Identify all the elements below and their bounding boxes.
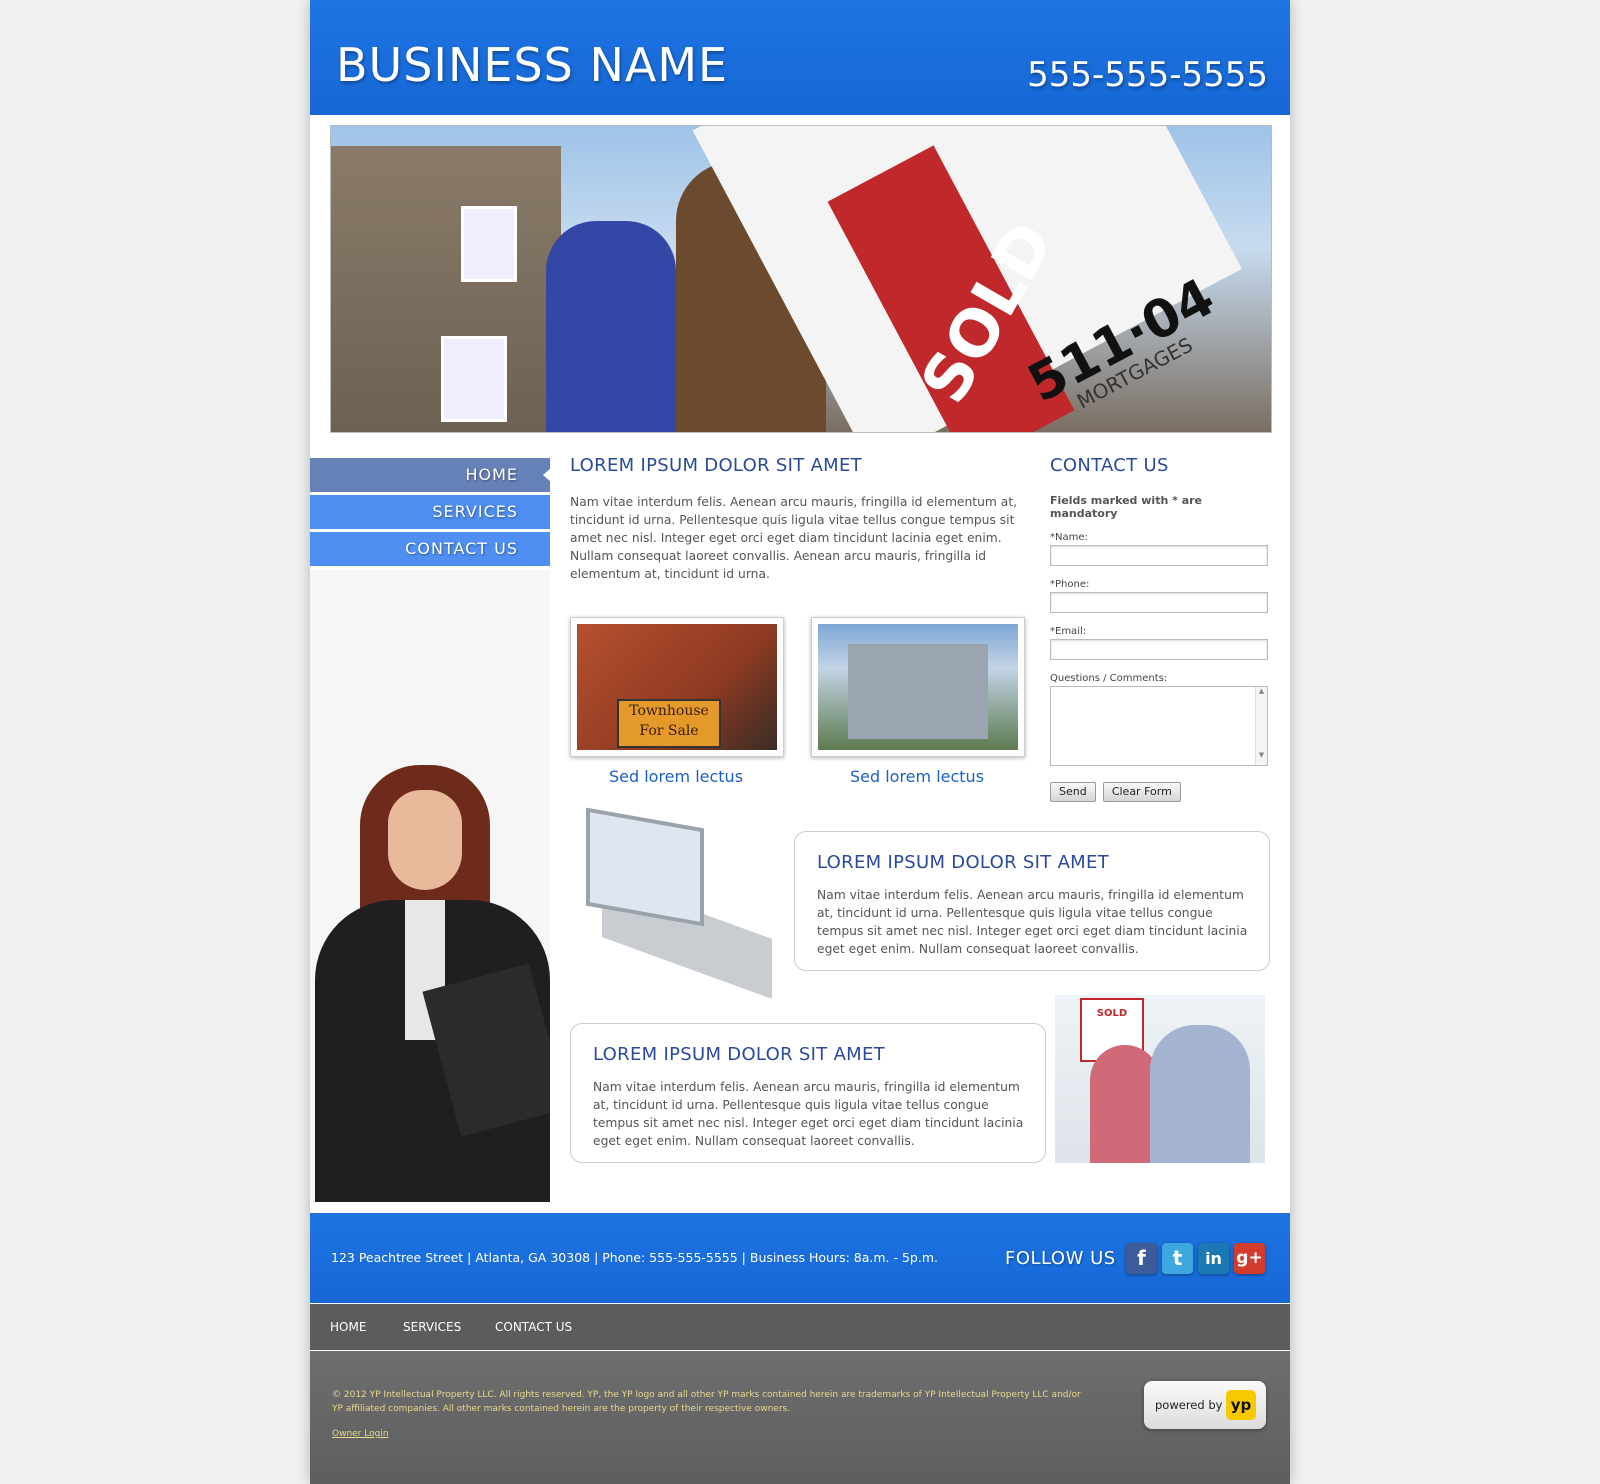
twitter-icon[interactable]: t	[1162, 1243, 1193, 1274]
hero-image: SOLD 511·04 MORTGAGES	[330, 125, 1272, 433]
clear-form-button[interactable]: Clear Form	[1102, 782, 1181, 802]
main-title: LOREM IPSUM DOLOR SIT AMET	[570, 455, 862, 476]
laptop-image	[572, 807, 782, 999]
thumb-caption-1[interactable]: Sed lorem lectus	[570, 767, 782, 786]
bottom-nav-contact-us[interactable]: CONTACT US	[495, 1320, 572, 1334]
phone-label: *Phone:	[1050, 579, 1090, 590]
google-plus-icon[interactable]: g+	[1234, 1243, 1265, 1274]
agent-photo	[310, 760, 550, 1202]
contact-form: CONTACT US Fields marked with * are mand…	[1050, 455, 1270, 802]
feature-box-1-text: Nam vitae interdum felis. Aenean arcu ma…	[817, 888, 1248, 956]
bottom-nav-home[interactable]: HOME	[330, 1320, 366, 1334]
comments-field[interactable]: ▲ ▼	[1050, 686, 1268, 766]
linkedin-icon[interactable]: in	[1198, 1243, 1229, 1274]
follow-us-label: FOLLOW US	[1005, 1248, 1116, 1269]
name-label: *Name:	[1050, 532, 1088, 543]
footer: 123 Peachtree Street | Atlanta, GA 30308…	[310, 1213, 1290, 1303]
feature-box-2: LOREM IPSUM DOLOR SIT AMET Nam vitae int…	[570, 1023, 1046, 1163]
email-field[interactable]	[1050, 639, 1268, 660]
couple-photo: SOLD	[1055, 995, 1265, 1163]
contact-title: CONTACT US	[1050, 455, 1169, 476]
bottom-bar: © 2012 YP Intellectual Property LLC. All…	[310, 1351, 1290, 1484]
bottom-nav: HOME SERVICES CONTACT US	[310, 1304, 1290, 1350]
thumb-caption-2[interactable]: Sed lorem lectus	[811, 767, 1023, 786]
page: BUSINESS NAME 555-555-5555 SOLD 511·04 M…	[310, 0, 1290, 1484]
nav-item-services[interactable]: SERVICES	[310, 495, 550, 529]
email-label: *Email:	[1050, 626, 1087, 637]
powered-by-label: powered by	[1155, 1398, 1223, 1412]
nav-item-home[interactable]: HOME	[310, 458, 551, 492]
phone-field[interactable]	[1050, 592, 1268, 613]
comments-label: Questions / Comments:	[1050, 673, 1168, 684]
comments-scrollbar[interactable]: ▲ ▼	[1255, 687, 1267, 765]
thumb-townhouse[interactable]: Townhouse For Sale	[570, 617, 784, 757]
thumb-house[interactable]	[811, 617, 1025, 757]
feature-box-2-title: LOREM IPSUM DOLOR SIT AMET	[593, 1044, 885, 1065]
name-field[interactable]	[1050, 545, 1268, 566]
sidebar-nav: HOME SERVICES CONTACT US	[310, 458, 551, 569]
header-phone: 555-555-5555	[1027, 55, 1268, 95]
main-text: Nam vitae interdum felis. Aenean arcu ma…	[570, 495, 1018, 581]
footer-address: 123 Peachtree Street | Atlanta, GA 30308…	[331, 1250, 938, 1265]
owner-login-link[interactable]: Owner Login	[332, 1429, 389, 1439]
hero-person-left	[546, 221, 676, 432]
send-button[interactable]: Send	[1050, 782, 1096, 802]
yp-logo-icon: yp	[1226, 1390, 1256, 1420]
nav-item-contact-us[interactable]: CONTACT US	[310, 532, 550, 566]
business-name[interactable]: BUSINESS NAME	[336, 38, 728, 92]
hero-house	[331, 146, 561, 432]
townhouse-sign: Townhouse For Sale	[617, 699, 721, 748]
couple-sign-text: SOLD	[1096, 1008, 1128, 1019]
bottom-nav-services[interactable]: SERVICES	[403, 1320, 461, 1334]
header: BUSINESS NAME 555-555-5555	[310, 0, 1290, 115]
feature-box-1-title: LOREM IPSUM DOLOR SIT AMET	[817, 852, 1109, 873]
copyright-text: © 2012 YP Intellectual Property LLC. All…	[332, 1390, 1081, 1414]
feature-box-2-text: Nam vitae interdum felis. Aenean arcu ma…	[593, 1080, 1024, 1148]
facebook-icon[interactable]: f	[1126, 1243, 1157, 1274]
mandatory-note: Fields marked with * are mandatory	[1050, 494, 1203, 520]
powered-by-yp-badge[interactable]: powered by yp	[1144, 1381, 1266, 1429]
feature-box-1: LOREM IPSUM DOLOR SIT AMET Nam vitae int…	[794, 831, 1270, 971]
